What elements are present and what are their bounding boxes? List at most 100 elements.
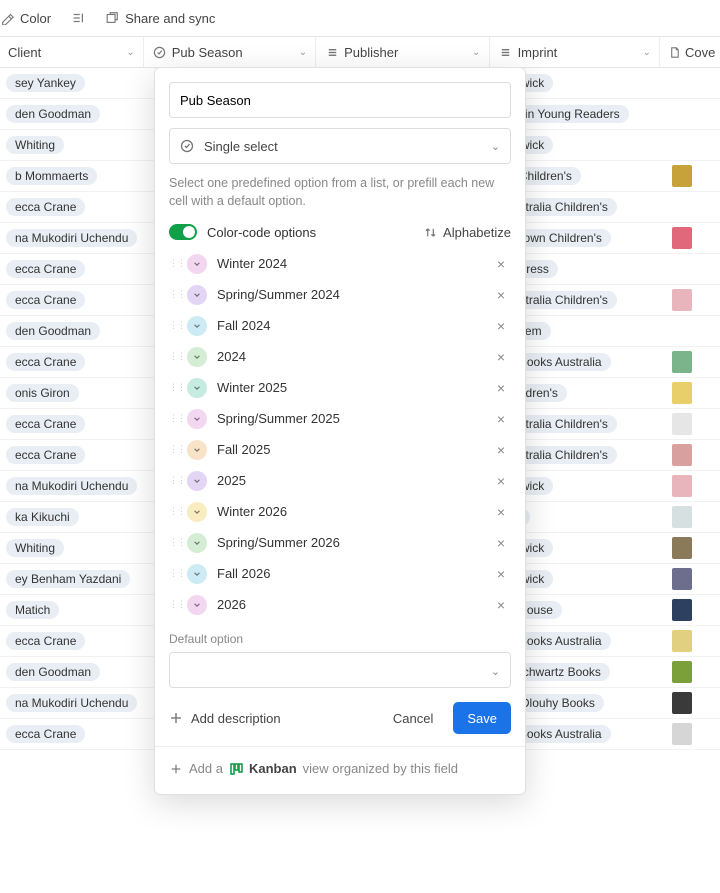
field-name-input[interactable] (169, 82, 511, 118)
add-description-button[interactable]: Add description (169, 711, 281, 726)
cover-thumbnail[interactable] (672, 661, 692, 683)
cover-thumbnail[interactable] (672, 630, 692, 652)
select-option-row[interactable]: ⋮⋮2026× (169, 589, 511, 620)
drag-handle-icon[interactable]: ⋮⋮ (169, 475, 183, 486)
remove-option-icon[interactable]: × (491, 597, 511, 613)
select-option-row[interactable]: ⋮⋮2025× (169, 465, 511, 496)
client-chip: ey Benham Yazdani (6, 570, 130, 588)
cover-thumbnail[interactable] (672, 227, 692, 249)
remove-option-icon[interactable]: × (491, 256, 511, 272)
cover-thumbnail[interactable] (672, 444, 692, 466)
remove-option-icon[interactable]: × (491, 287, 511, 303)
color-code-toggle[interactable] (169, 224, 197, 240)
cover-thumbnail[interactable] (672, 568, 692, 590)
remove-option-icon[interactable]: × (491, 473, 511, 489)
header-pub-season[interactable]: Pub Season ⌄ (144, 37, 316, 67)
option-label: Spring/Summer 2024 (217, 287, 340, 302)
option-color-dot[interactable] (187, 440, 207, 460)
cancel-button[interactable]: Cancel (379, 702, 447, 734)
drag-handle-icon[interactable]: ⋮⋮ (169, 568, 183, 579)
client-chip: den Goodman (6, 105, 100, 123)
option-color-dot[interactable] (187, 595, 207, 615)
kanban-word: Kanban (249, 761, 297, 776)
select-option-row[interactable]: ⋮⋮Fall 2026× (169, 558, 511, 589)
header-imprint[interactable]: Imprint ⌄ (490, 37, 660, 67)
select-option-row[interactable]: ⋮⋮Spring/Summer 2025× (169, 403, 511, 434)
remove-option-icon[interactable]: × (491, 442, 511, 458)
color-menu[interactable]: Color (0, 11, 51, 26)
save-button[interactable]: Save (453, 702, 511, 734)
option-color-dot[interactable] (187, 471, 207, 491)
share-sync-menu[interactable]: Share and sync (105, 11, 215, 26)
cover-thumbnail[interactable] (672, 382, 692, 404)
option-color-dot[interactable] (187, 254, 207, 274)
header-cover-label: Cove (685, 45, 715, 60)
cover-thumbnail[interactable] (672, 599, 692, 621)
select-option-row[interactable]: ⋮⋮Fall 2025× (169, 434, 511, 465)
cover-thumbnail[interactable] (672, 506, 692, 528)
share-icon (105, 11, 119, 25)
add-kanban-suggestion[interactable]: Add a Kanban view organized by this fiel… (155, 746, 525, 788)
chevron-down-icon: ⌄ (299, 47, 307, 58)
drag-handle-icon[interactable]: ⋮⋮ (169, 258, 183, 269)
cover-thumbnail[interactable] (672, 413, 692, 435)
remove-option-icon[interactable]: × (491, 535, 511, 551)
alphabetize-label: Alphabetize (443, 225, 511, 240)
remove-option-icon[interactable]: × (491, 566, 511, 582)
option-color-dot[interactable] (187, 564, 207, 584)
cover-thumbnail[interactable] (672, 289, 692, 311)
cover-thumbnail[interactable] (672, 475, 692, 497)
remove-option-icon[interactable]: × (491, 504, 511, 520)
remove-option-icon[interactable]: × (491, 349, 511, 365)
remove-option-icon[interactable]: × (491, 380, 511, 396)
color-code-label: Color-code options (207, 225, 316, 240)
select-option-row[interactable]: ⋮⋮ Spring/Summer 2024 × (169, 279, 511, 310)
drag-handle-icon[interactable]: ⋮⋮ (169, 537, 183, 548)
add-description-label: Add description (191, 711, 281, 726)
client-chip: ecca Crane (6, 260, 85, 278)
options-list[interactable]: ⋮⋮Winter 2024×⋮⋮Spring/Summer 2024×⋮⋮Fal… (169, 248, 519, 624)
drag-handle-icon[interactable]: ⋮⋮ (169, 444, 183, 455)
client-chip: ecca Crane (6, 632, 85, 650)
cover-thumbnail[interactable] (672, 537, 692, 559)
row-height-menu[interactable] (71, 11, 85, 25)
attachment-icon (668, 46, 681, 59)
drag-handle-icon[interactable]: ⋮⋮ (169, 320, 183, 331)
drag-handle-icon[interactable]: ⋮⋮ (169, 351, 183, 362)
client-chip: Whiting (6, 539, 64, 557)
header-publisher[interactable]: Publisher ⌄ (316, 37, 489, 67)
select-option-row[interactable]: ⋮⋮Fall 2024× (169, 310, 511, 341)
color-label: Color (20, 11, 51, 26)
select-option-row[interactable]: ⋮⋮Winter 2024× (169, 248, 511, 279)
select-option-row[interactable]: ⋮⋮Spring/Summer 2026× (169, 527, 511, 558)
option-color-dot[interactable] (187, 409, 207, 429)
select-option-row[interactable]: ⋮⋮Winter 2027× (169, 620, 511, 624)
remove-option-icon[interactable]: × (491, 318, 511, 334)
drag-handle-icon[interactable]: ⋮⋮ (169, 382, 183, 393)
option-color-dot[interactable] (187, 533, 207, 553)
drag-handle-icon[interactable]: ⋮⋮ (169, 413, 183, 424)
header-cover[interactable]: Cove (660, 37, 720, 67)
select-option-row[interactable]: ⋮⋮Winter 2025× (169, 372, 511, 403)
cover-thumbnail[interactable] (672, 723, 692, 745)
cover-thumbnail[interactable] (672, 692, 692, 714)
alphabetize-button[interactable]: Alphabetize (423, 225, 511, 240)
default-option-select[interactable]: ⌄ (169, 652, 511, 688)
option-color-dot[interactable] (187, 316, 207, 336)
field-type-select[interactable]: Single select ⌄ (169, 128, 511, 164)
header-client-label: Client (8, 45, 41, 60)
drag-handle-icon[interactable]: ⋮⋮ (169, 506, 183, 517)
drag-handle-icon[interactable]: ⋮⋮ (169, 599, 183, 610)
header-client[interactable]: Client ⌄ (0, 37, 144, 67)
option-color-dot[interactable] (187, 378, 207, 398)
option-color-dot[interactable] (187, 285, 207, 305)
remove-option-icon[interactable]: × (491, 411, 511, 427)
cover-thumbnail[interactable] (672, 351, 692, 373)
option-color-dot[interactable] (187, 347, 207, 367)
select-option-row[interactable]: ⋮⋮Winter 2026× (169, 496, 511, 527)
drag-handle-icon[interactable]: ⋮⋮ (169, 289, 183, 300)
option-color-dot[interactable] (187, 502, 207, 522)
select-option-row[interactable]: ⋮⋮2024× (169, 341, 511, 372)
chevron-down-icon: ⌄ (491, 140, 500, 153)
cover-thumbnail[interactable] (672, 165, 692, 187)
